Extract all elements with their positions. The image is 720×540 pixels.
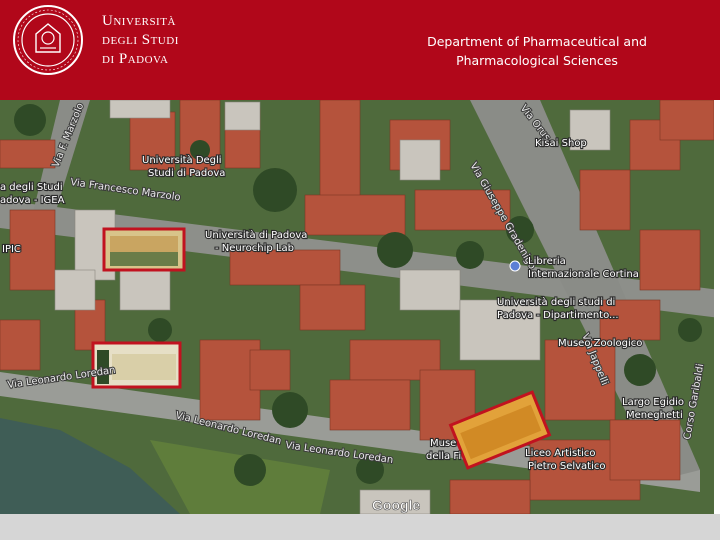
photo-marker-2[interactable] <box>91 341 182 389</box>
right-margin <box>714 100 720 514</box>
poi-libreria-line-1: Libreria <box>528 256 566 267</box>
poi-museo-fi-line-2: della Fi <box>426 451 461 462</box>
poi-ipic[interactable]: IPIC <box>1 243 22 256</box>
department-title-line-2: Pharmacological Sciences <box>456 53 618 68</box>
poi-igea-line-1: a degli Studi <box>0 182 63 193</box>
poi-largo-line-1: Largo Egidio <box>622 397 684 408</box>
department-title-line-1: Department of Pharmaceutical and <box>427 34 647 49</box>
poi-libreria-line-2: Internazionale Cortina <box>528 269 639 280</box>
poi-univ-padova-line-2: Studi di Padova <box>148 168 225 179</box>
poi-dipartimento-line-2: Padova - Dipartimento... <box>497 310 619 321</box>
university-name-line-2: degli Studi <box>102 32 179 48</box>
poi-museo-zoologico[interactable]: Museo Zoologico <box>557 337 644 350</box>
map-canvas: Via F. Marzolo Via Francesco Marzolo Via… <box>0 100 720 514</box>
poi-dipartimento-line-1: Università degli studi di <box>497 296 615 308</box>
bookstore-pin-icon <box>509 260 521 272</box>
poi-liceo-line-1: Liceo Artistico <box>525 448 595 459</box>
poi-museo-fi-line-1: Muse <box>430 438 456 449</box>
satellite-map[interactable]: Via F. Marzolo Via Francesco Marzolo Via… <box>0 100 720 514</box>
photo-marker-1[interactable] <box>102 227 186 272</box>
university-name: Università degli Studi di Padova <box>102 12 179 69</box>
header-shadow-strip <box>0 80 720 100</box>
poi-liceo-line-2: Pietro Selvatico <box>528 461 606 472</box>
poi-kisai-shop[interactable]: Kisai Shop <box>534 137 588 150</box>
poi-largo-line-2: Meneghetti <box>626 410 683 421</box>
poi-neurochip-line-2: - Neurochip Lab <box>215 243 294 254</box>
university-seal-icon <box>13 5 83 75</box>
map-attribution: Google <box>372 497 420 513</box>
university-name-line-1: Università <box>102 13 176 29</box>
university-name-line-3: di Padova <box>102 51 169 67</box>
poi-igea-line-2: adova - IGEA <box>0 195 65 206</box>
department-title: Department of Pharmaceutical and Pharmac… <box>390 32 684 70</box>
poi-univ-padova-line-1: Università Degli <box>142 154 222 166</box>
header-banner: Università degli Studi di Padova Departm… <box>0 0 720 80</box>
poi-neurochip-line-1: Università di Padova <box>205 229 307 241</box>
footer-bar <box>0 514 720 540</box>
